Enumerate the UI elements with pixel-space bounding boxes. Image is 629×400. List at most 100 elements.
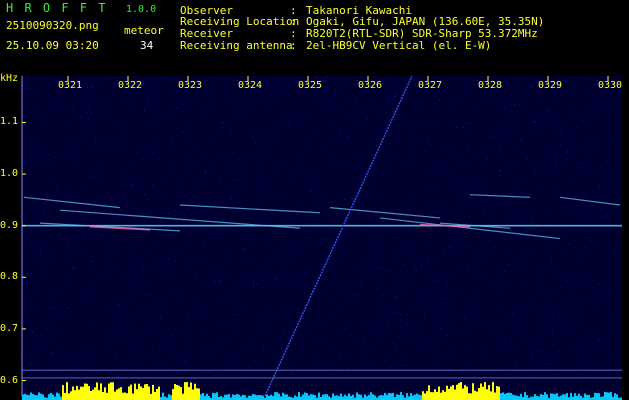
- spectrum-column: [138, 383, 140, 400]
- noise-speck: [597, 340, 599, 341]
- noise-speck: [393, 96, 395, 98]
- spectrum-column: [442, 390, 444, 400]
- noise-speck: [446, 298, 448, 300]
- noise-speck: [566, 280, 568, 282]
- noise-speck: [370, 366, 371, 368]
- noise-speck: [362, 256, 364, 258]
- noise-speck: [260, 200, 262, 202]
- noise-speck: [431, 278, 433, 280]
- noise-speck: [116, 297, 118, 299]
- noise-speck: [86, 112, 88, 114]
- spectrum-column: [144, 384, 146, 400]
- noise-speck: [611, 136, 613, 138]
- noise-speck: [513, 319, 515, 321]
- noise-speck: [65, 194, 67, 196]
- noise-speck: [441, 288, 443, 290]
- noise-speck: [26, 357, 28, 358]
- noise-speck: [46, 114, 48, 116]
- noise-speck: [166, 194, 168, 196]
- noise-speck: [243, 170, 245, 172]
- noise-speck: [582, 319, 584, 321]
- noise-speck: [218, 324, 220, 326]
- noise-speck: [403, 253, 405, 255]
- noise-speck: [428, 204, 430, 206]
- noise-speck: [452, 157, 454, 159]
- noise-speck: [188, 314, 190, 316]
- noise-speck: [598, 343, 600, 345]
- noise-speck: [443, 253, 445, 254]
- noise-speck: [432, 169, 434, 171]
- noise-speck: [394, 314, 396, 316]
- noise-speck: [345, 113, 347, 115]
- noise-speck: [354, 295, 356, 297]
- noise-speck: [116, 305, 118, 307]
- noise-speck: [392, 343, 394, 344]
- noise-speck: [548, 110, 550, 112]
- noise-speck: [45, 205, 47, 207]
- noise-speck: [566, 159, 568, 161]
- noise-speck: [253, 279, 255, 281]
- noise-speck: [536, 167, 538, 169]
- noise-speck: [91, 174, 93, 176]
- noise-speck: [573, 140, 575, 142]
- noise-speck: [474, 156, 476, 158]
- noise-speck: [445, 144, 447, 146]
- noise-speck: [453, 122, 455, 124]
- noise-speck: [237, 359, 238, 361]
- noise-speck: [520, 192, 522, 194]
- noise-speck: [423, 121, 425, 123]
- noise-speck: [468, 350, 470, 352]
- noise-speck: [502, 322, 504, 324]
- spectrum-column: [586, 394, 588, 400]
- noise-speck: [419, 298, 421, 300]
- noise-speck: [215, 375, 217, 377]
- noise-speck: [315, 76, 317, 78]
- noise-speck: [457, 159, 459, 161]
- noise-speck: [119, 329, 121, 331]
- noise-speck: [45, 277, 47, 279]
- noise-speck: [466, 222, 468, 224]
- noise-speck: [51, 353, 53, 355]
- noise-speck: [363, 339, 365, 341]
- noise-speck: [253, 340, 254, 342]
- noise-speck: [561, 251, 563, 253]
- noise-speck: [181, 184, 183, 186]
- noise-speck: [490, 328, 492, 330]
- spectrum-column: [98, 390, 100, 400]
- noise-speck: [546, 157, 548, 159]
- noise-speck: [584, 107, 586, 109]
- noise-speck: [619, 136, 621, 138]
- noise-speck: [345, 84, 347, 86]
- noise-speck: [274, 231, 276, 233]
- noise-speck: [140, 148, 142, 150]
- noise-speck: [170, 358, 172, 360]
- spectrum-column: [24, 393, 26, 400]
- noise-speck: [376, 169, 378, 171]
- noise-speck: [304, 149, 306, 151]
- noise-speck: [540, 305, 542, 307]
- noise-speck: [532, 121, 534, 123]
- spectrum-column: [62, 385, 64, 400]
- noise-speck: [268, 307, 270, 308]
- noise-speck: [389, 305, 391, 307]
- noise-speck: [143, 79, 145, 81]
- noise-speck: [243, 214, 245, 216]
- noise-speck: [487, 322, 489, 323]
- spectrum-column: [212, 392, 214, 400]
- noise-speck: [406, 365, 408, 367]
- spectrum-column: [524, 392, 526, 400]
- noise-speck: [130, 183, 132, 185]
- noise-speck: [35, 354, 37, 356]
- noise-speck: [596, 149, 597, 151]
- noise-speck: [268, 193, 270, 195]
- noise-speck: [68, 198, 70, 199]
- noise-speck: [86, 375, 88, 377]
- noise-speck: [350, 334, 352, 336]
- noise-speck: [152, 184, 154, 186]
- noise-speck: [223, 158, 225, 160]
- noise-speck: [621, 263, 623, 265]
- noise-speck: [244, 256, 246, 258]
- noise-speck: [208, 173, 210, 175]
- noise-speck: [124, 306, 126, 308]
- noise-speck: [266, 128, 268, 129]
